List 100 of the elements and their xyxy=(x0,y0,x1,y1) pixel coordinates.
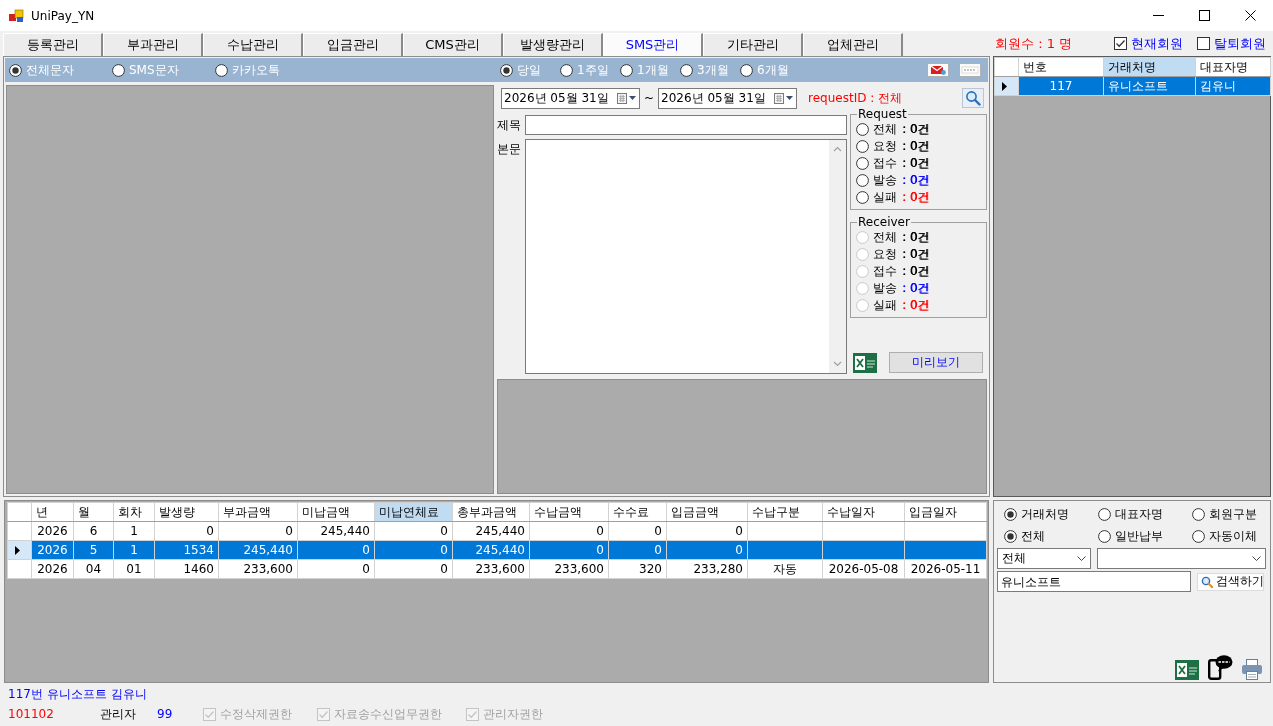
payment-type-radio[interactable]: 전체 xyxy=(1004,527,1098,545)
count-text: : 0건 xyxy=(902,229,930,246)
column-header[interactable]: 번호 xyxy=(1018,57,1104,77)
column-header[interactable]: 총부과금액 xyxy=(452,502,530,522)
tab[interactable]: SMS관리 xyxy=(603,33,703,56)
count-text: : 0건 xyxy=(902,138,930,155)
scrollbar[interactable] xyxy=(829,140,846,373)
member-filter-checkbox[interactable]: 탈퇴회원 xyxy=(1197,34,1266,53)
table-cell: 01 xyxy=(113,559,155,579)
close-icon[interactable] xyxy=(1244,10,1256,21)
table-cell: 04 xyxy=(73,559,114,579)
search-button[interactable]: 검색하기 xyxy=(1197,572,1264,591)
caret-icon xyxy=(629,96,636,100)
count-text: : 0건 xyxy=(902,121,930,138)
table-row[interactable]: 2026 6 1 0 0 245,440 0 245,440 0 0 0 xyxy=(7,521,987,541)
tab[interactable]: 등록관리 xyxy=(3,33,103,56)
tab[interactable]: 업체관리 xyxy=(803,33,903,56)
count-text: : 0건 xyxy=(902,297,930,314)
table-cell: 0 xyxy=(374,559,453,579)
column-header[interactable]: 월 xyxy=(73,502,114,522)
search-field[interactable]: 유니소프트 xyxy=(997,571,1191,592)
table-row[interactable]: 2026 04 01 1460 233,600 0 0 233,600 233,600 320 233,280 자동 2026-05-08 2026-05-11 xyxy=(7,559,987,579)
column-header[interactable]: 대표자명 xyxy=(1195,57,1271,77)
table-cell: 2026 xyxy=(31,521,74,541)
status-radio[interactable]: 접수 xyxy=(856,155,897,172)
preview-button[interactable]: 미리보기 xyxy=(889,352,983,373)
minimize-icon[interactable] xyxy=(1152,15,1164,16)
envelope-icon[interactable] xyxy=(927,63,949,77)
status-radio[interactable]: 요청 xyxy=(856,138,897,155)
maximize-icon[interactable] xyxy=(1198,10,1210,21)
tab[interactable]: 수납관리 xyxy=(203,33,303,56)
table-cell: 233,600 xyxy=(218,559,298,579)
group-title: Request xyxy=(857,107,908,121)
dropdown[interactable]: 전체 xyxy=(997,548,1091,569)
tab[interactable]: 부과관리 xyxy=(103,33,203,56)
search-type-radio[interactable]: 거래처명 xyxy=(1004,505,1098,523)
phone-message-icon[interactable] xyxy=(1207,654,1233,680)
date-separator: ~ xyxy=(644,91,655,105)
message-body-field[interactable] xyxy=(525,139,847,374)
printer-icon[interactable] xyxy=(1241,658,1263,680)
spreadsheet-icon[interactable] xyxy=(853,352,877,373)
date-picker[interactable]: 2026년 05월 31일 xyxy=(501,87,640,109)
calendar-icon xyxy=(774,92,785,104)
user-code: 101102 xyxy=(8,707,55,721)
tab[interactable]: 발생량관리 xyxy=(503,33,603,56)
table-cell: 0 xyxy=(297,559,375,579)
status-radio[interactable]: 실패 xyxy=(856,189,897,206)
column-header[interactable]: 부과금액 xyxy=(218,502,298,522)
column-header[interactable]: 입금일자 xyxy=(904,502,987,522)
column-header[interactable]: 수납구분 xyxy=(747,502,823,522)
column-header[interactable]: 미납금액 xyxy=(297,502,375,522)
status-radio[interactable]: 발송 xyxy=(856,172,897,189)
column-header[interactable]: 발생량 xyxy=(154,502,219,522)
table-cell: 0 xyxy=(154,521,219,541)
status-radio[interactable]: 전체 xyxy=(856,121,897,138)
member-count: 회원수 : 1 명 xyxy=(995,34,1073,53)
table-cell: 233,600 xyxy=(529,559,609,579)
user-role: 관리자 xyxy=(100,705,137,723)
spreadsheet-icon[interactable] xyxy=(1175,660,1199,680)
count-text: : 0건 xyxy=(902,280,930,297)
column-header[interactable]: 거래처명 xyxy=(1103,57,1196,77)
column-header[interactable]: 수납금액 xyxy=(529,502,609,522)
user-grade: 99 xyxy=(157,707,174,721)
subject-field[interactable] xyxy=(525,115,847,135)
column-header[interactable]: 미납연체료 xyxy=(374,502,453,522)
window-title: UniPay_YN xyxy=(31,8,95,23)
member-filter-checkbox[interactable]: 현재회원 xyxy=(1114,34,1183,53)
tab[interactable]: 기타관리 xyxy=(703,33,803,56)
tab[interactable]: CMS관리 xyxy=(403,33,503,56)
column-header[interactable]: 회차 xyxy=(113,502,155,522)
table-cell: 1 xyxy=(113,521,155,541)
payment-type-radio[interactable]: 자동이체 xyxy=(1192,527,1273,545)
table-cell: 0 xyxy=(608,521,667,541)
subject-label: 제목 xyxy=(497,117,521,134)
count-text: : 0건 xyxy=(902,263,930,280)
table-cell: 0 xyxy=(218,521,298,541)
search-type-radio[interactable]: 회원구분 xyxy=(1192,505,1273,523)
payment-type-radio[interactable]: 일반납부 xyxy=(1098,527,1192,545)
count-text: : 0건 xyxy=(902,246,930,263)
dropdown[interactable] xyxy=(1097,548,1266,569)
tab[interactable]: 입금관리 xyxy=(303,33,403,56)
table-cell: 233,280 xyxy=(666,559,748,579)
count-text: : 0건 xyxy=(902,172,930,189)
count-text: : 0건 xyxy=(902,155,930,172)
caret-icon xyxy=(786,96,794,100)
table-cell: 245,440 xyxy=(297,521,375,541)
chevron-down-icon xyxy=(1077,556,1086,561)
selected-member-text: 117번 유니소프트 김유니 xyxy=(8,686,147,703)
request-id-text: requestID : 전체 xyxy=(808,89,903,107)
column-header[interactable]: 입금금액 xyxy=(666,502,748,522)
column-header[interactable]: 수납일자 xyxy=(822,502,905,522)
group-title: Receiver xyxy=(857,215,911,229)
column-header[interactable]: 년 xyxy=(31,502,74,522)
table-cell: 245,440 xyxy=(452,521,530,541)
search-button[interactable] xyxy=(962,88,984,108)
table-row[interactable]: 2026 5 1 1534 245,440 0 0 245,440 0 0 0 xyxy=(7,540,987,560)
table-row[interactable]: 117 유니소프트 김유니 xyxy=(994,76,1271,96)
date-picker[interactable]: 2026년 05월 31일 xyxy=(658,87,798,109)
column-header[interactable]: 수수료 xyxy=(608,502,667,522)
search-type-radio[interactable]: 대표자명 xyxy=(1098,505,1192,523)
